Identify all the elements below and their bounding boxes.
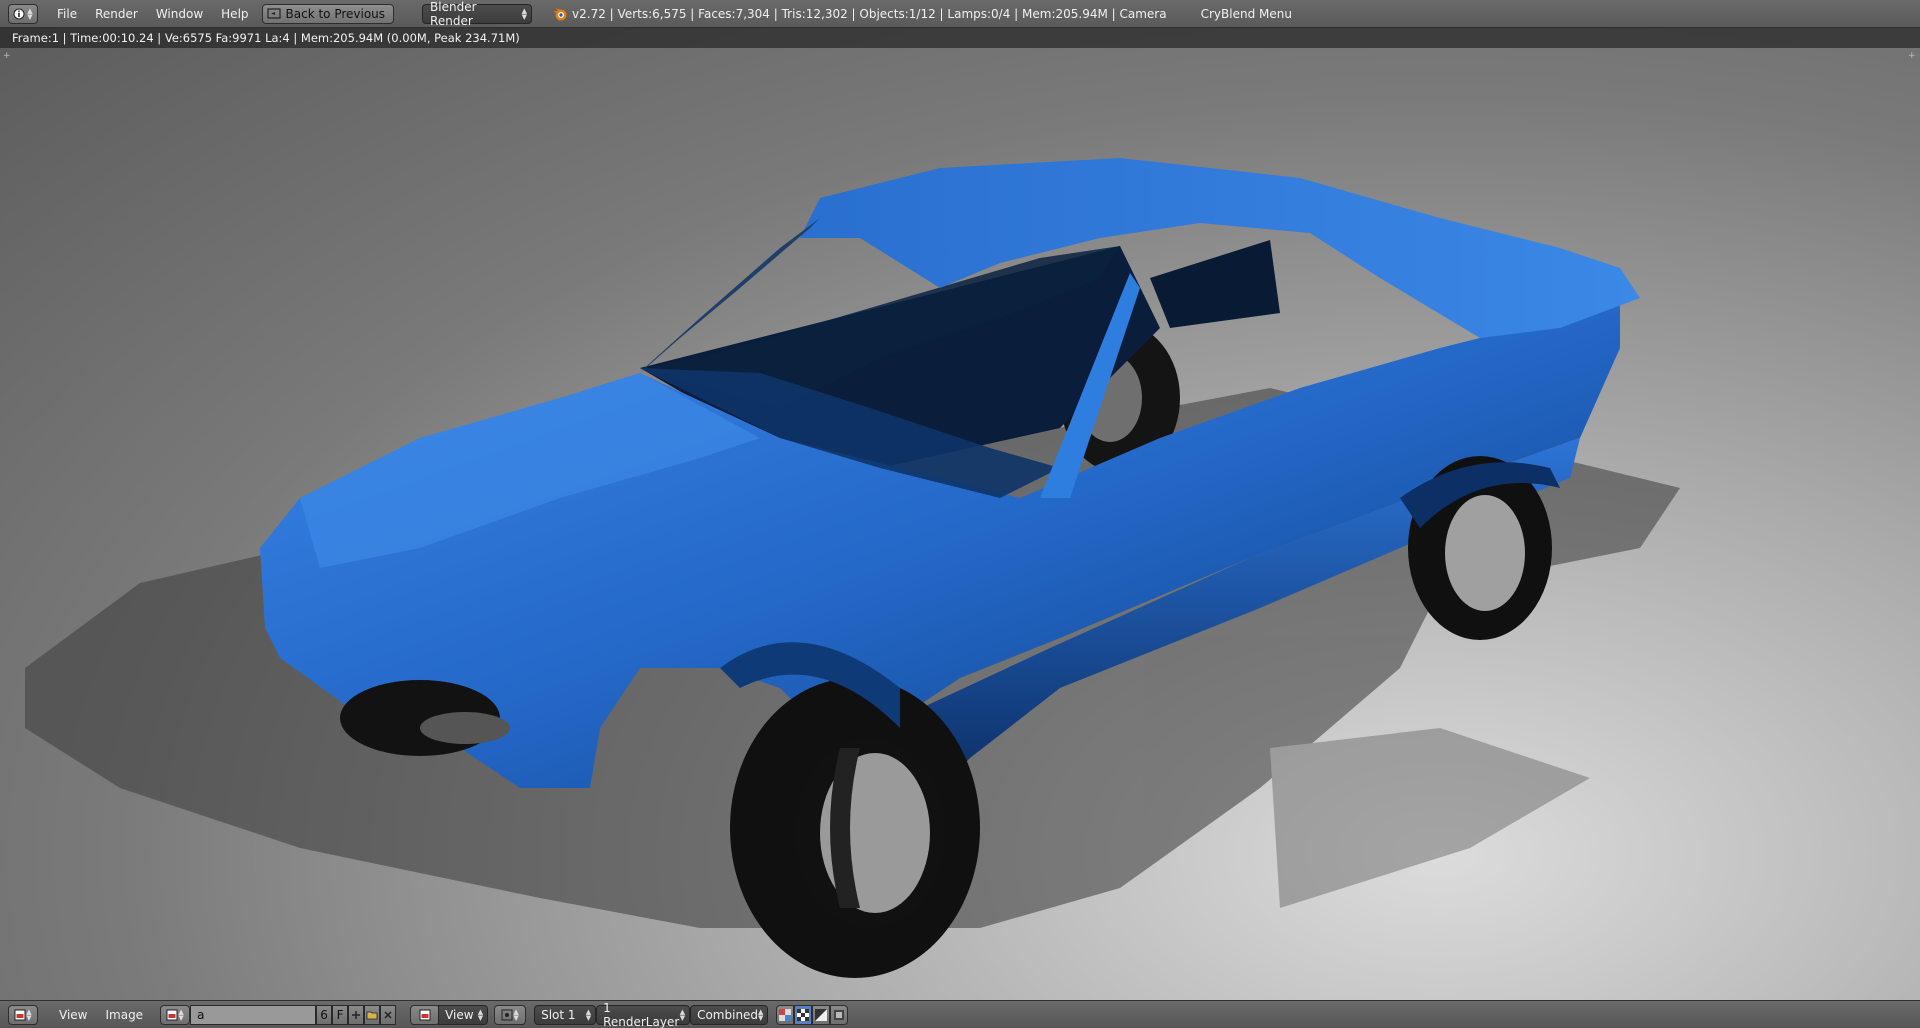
mode-select-button[interactable]	[410, 1004, 441, 1025]
menu-render[interactable]: Render	[86, 7, 147, 21]
open-image-button[interactable]	[364, 1004, 381, 1025]
zbuffer-button[interactable]	[830, 1004, 849, 1025]
menu-help[interactable]: Help	[212, 7, 257, 21]
render-pass-label: Combined	[697, 1007, 759, 1022]
updown-arrows-icon: ▲ ▼	[27, 6, 33, 21]
pivot-icon	[501, 1009, 513, 1020]
render-image	[25, 158, 1680, 978]
folder-icon	[366, 1011, 378, 1019]
render-layer-select[interactable]: 1 RenderLayer ▲ ▼	[596, 1001, 691, 1028]
area-split-corner-icon[interactable]: +	[1908, 52, 1917, 61]
browse-image-button[interactable]: ▲ ▼	[160, 1004, 191, 1025]
slot-label: Slot 1	[541, 1007, 576, 1022]
select-arrows-icon: ▲ ▼	[521, 6, 528, 21]
select-arrows-icon: ▲ ▼	[758, 1007, 764, 1022]
render-info-bar: Frame:1 | Time:00:10.24 | Ve:6575 Fa:997…	[0, 28, 1920, 48]
info-header: ▲ ▼ File Render Window Help Back to Previ…	[0, 0, 1920, 28]
image-users-count[interactable]: 6	[316, 1004, 333, 1025]
area-split-corner-icon[interactable]: +	[3, 52, 12, 61]
checker-color-icon	[779, 1008, 792, 1021]
color-button[interactable]	[794, 1004, 813, 1025]
image-editor-header: ▲ ▼ View Image ▲ ▼ a 6 F View ▲ ▼ ▲ ▼ Sl…	[0, 1000, 1920, 1028]
view-mode-label: View	[445, 1007, 474, 1022]
image-view-icon	[419, 1009, 431, 1020]
image-editor-icon	[14, 1009, 26, 1020]
select-arrows-icon: ▲ ▼	[585, 1007, 592, 1022]
editor-type-button[interactable]: ▲ ▼	[8, 1004, 38, 1025]
updown-arrows-icon: ▲ ▼	[178, 1007, 184, 1022]
back-to-previous-label: Back to Previous	[285, 6, 386, 21]
render-engine-label: Blender Render	[430, 0, 477, 28]
back-screen-icon	[266, 7, 281, 19]
color-alpha-button[interactable]	[776, 1004, 795, 1025]
plus-icon	[352, 1010, 361, 1019]
render-pass-select[interactable]: Combined ▲ ▼	[690, 1004, 769, 1025]
z-buffer-icon	[834, 1009, 845, 1020]
fake-user-button[interactable]: F	[332, 1004, 349, 1025]
cryblend-menu[interactable]: CryBlend Menu	[1201, 7, 1292, 21]
menu-window[interactable]: Window	[147, 7, 212, 21]
select-arrows-icon: ▲ ▼	[679, 1007, 686, 1022]
info-icon	[13, 8, 25, 19]
menu-file[interactable]: File	[48, 7, 86, 21]
main-menu: File Render Window Help	[48, 7, 258, 21]
scene-stats: v2.72 | Verts:6,575 | Faces:7,304 | Tris…	[572, 6, 1167, 21]
image-name-field[interactable]: a	[190, 1004, 317, 1025]
display-channels-group	[776, 1004, 849, 1025]
pivot-select-button[interactable]: ▲ ▼	[494, 1004, 527, 1025]
updown-arrows-icon: ▲ ▼	[513, 1007, 519, 1022]
select-arrows-icon: ▲ ▼	[477, 1007, 484, 1022]
new-image-button[interactable]	[348, 1004, 365, 1025]
editor-type-button[interactable]: ▲ ▼	[8, 3, 38, 24]
alpha-icon	[815, 1008, 828, 1021]
unlink-image-button[interactable]	[380, 1004, 397, 1025]
render-result-viewport[interactable]: Frame:1 | Time:00:10.24 | Ve:6575 Fa:997…	[0, 28, 1920, 1000]
checker-icon	[797, 1008, 810, 1021]
alpha-button[interactable]	[812, 1004, 831, 1025]
blender-logo-icon	[553, 7, 567, 20]
menu-view[interactable]: View	[50, 1008, 96, 1022]
render-engine-select[interactable]: Blender Render ▲ ▼	[422, 0, 533, 28]
image-browse-icon	[166, 1009, 178, 1020]
close-icon	[384, 1010, 392, 1019]
view-mode-select[interactable]: View ▲ ▼	[438, 1004, 489, 1025]
updown-arrows-icon: ▲ ▼	[26, 1007, 32, 1022]
slot-select[interactable]: Slot 1 ▲ ▼	[534, 1004, 597, 1025]
menu-image[interactable]: Image	[96, 1008, 152, 1022]
back-to-previous-button[interactable]: Back to Previous	[261, 3, 395, 24]
front-right-wheel	[730, 678, 980, 978]
render-layer-label: 1 RenderLayer	[603, 1000, 680, 1028]
